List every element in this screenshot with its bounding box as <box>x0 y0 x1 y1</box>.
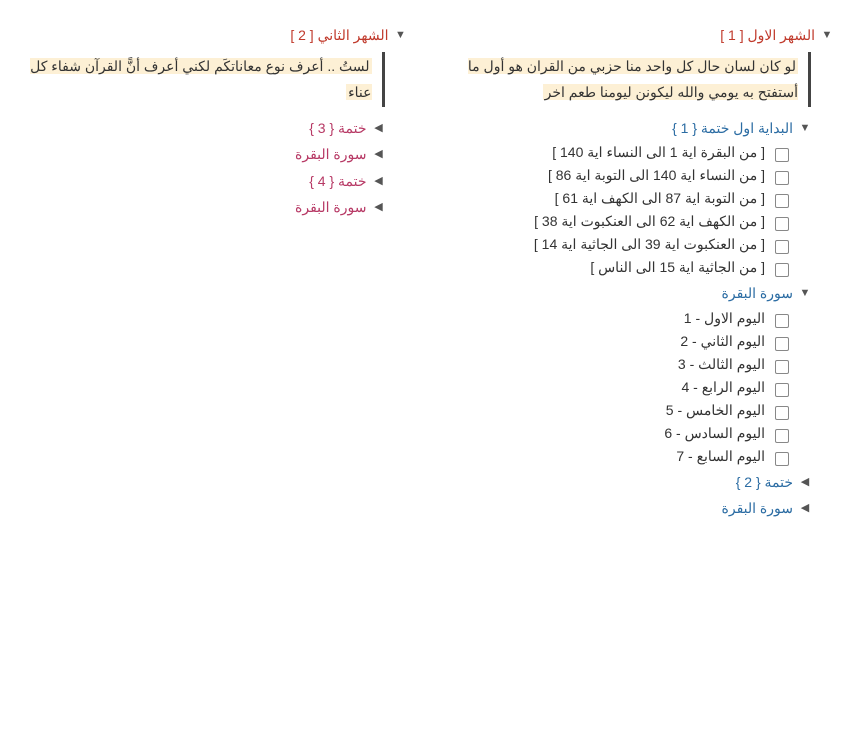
caret-right-icon[interactable]: ◀ <box>373 117 385 138</box>
list-item-label: اليوم السابع - 7 <box>447 448 766 465</box>
caret-down-icon[interactable]: ▼ <box>799 117 811 138</box>
checkbox-icon[interactable] <box>775 240 789 254</box>
checkbox-icon[interactable] <box>775 194 789 208</box>
list-item-label: اليوم الرابع - 4 <box>447 379 766 396</box>
checkbox-icon[interactable] <box>775 148 789 162</box>
list-item[interactable]: [ من الكهف اية 62 الى العنكبوت اية 38 ] <box>447 213 790 231</box>
list-item[interactable]: اليوم الرابع - 4 <box>447 379 790 397</box>
quote-text: لستُ .. أعرف نوع معاناتكَم لكني أعرف أنً… <box>30 58 371 99</box>
list-item[interactable]: اليوم الثاني - 2 <box>447 333 790 351</box>
list-item-label: اليوم الثالث - 3 <box>447 356 766 373</box>
section-khatma-3-title[interactable]: ختمة { 3 } <box>20 117 367 139</box>
month-1-title[interactable]: الشهر الاول [ 1 ] <box>447 24 816 46</box>
section-baqara-4-title[interactable]: سورة البقرة <box>20 196 367 218</box>
month-1-quote: لو كان لسان حال كل واحد منا حزبي من القر… <box>447 52 812 106</box>
list-item-label: اليوم الثاني - 2 <box>447 333 766 350</box>
list-item[interactable]: [ من النساء اية 140 الى التوبة اية 86 ] <box>447 167 790 185</box>
list-item-label: [ من البقرة اية 1 الى النساء اية 140 ] <box>447 144 766 161</box>
checkbox-icon[interactable] <box>775 314 789 328</box>
list-item-label: اليوم الاول - 1 <box>447 310 766 327</box>
month-2-quote: لستُ .. أعرف نوع معاناتكَم لكني أعرف أنً… <box>20 52 385 106</box>
list-item[interactable]: [ من العنكبوت اية 39 الى الجاثية اية 14 … <box>447 236 790 254</box>
list-item[interactable]: اليوم السادس - 6 <box>447 425 790 443</box>
list-item-label: اليوم الخامس - 5 <box>447 402 766 419</box>
column-month-1: ▼ الشهر الاول [ 1 ] لو كان لسان حال كل و… <box>447 20 834 523</box>
column-month-2: ▼ الشهر الثاني [ 2 ] لستُ .. أعرف نوع مع… <box>20 20 407 222</box>
month-2-title[interactable]: الشهر الثاني [ 2 ] <box>20 24 389 46</box>
caret-down-icon[interactable]: ▼ <box>395 24 407 45</box>
section-baqara-3-title[interactable]: سورة البقرة <box>20 143 367 165</box>
checkbox-icon[interactable] <box>775 217 789 231</box>
list-item-label: [ من الكهف اية 62 الى العنكبوت اية 38 ] <box>447 213 766 230</box>
list-item-label: [ من النساء اية 140 الى التوبة اية 86 ] <box>447 167 766 184</box>
checkbox-icon[interactable] <box>775 452 789 466</box>
checkbox-icon[interactable] <box>775 171 789 185</box>
quote-text: لو كان لسان حال كل واحد منا حزبي من القر… <box>468 58 798 99</box>
caret-right-icon[interactable]: ◀ <box>799 497 811 518</box>
list-item[interactable]: اليوم الخامس - 5 <box>447 402 790 420</box>
checkbox-icon[interactable] <box>775 406 789 420</box>
section-khatma-1-title[interactable]: البداية اول ختمة { 1 } <box>447 117 794 139</box>
checkbox-icon[interactable] <box>775 429 789 443</box>
checkbox-icon[interactable] <box>775 263 789 277</box>
section-khatma-2-title[interactable]: ختمة { 2 } <box>447 471 794 493</box>
list-item-label: [ من العنكبوت اية 39 الى الجاثية اية 14 … <box>447 236 766 253</box>
list-item-label: اليوم السادس - 6 <box>447 425 766 442</box>
list-item[interactable]: اليوم السابع - 7 <box>447 448 790 466</box>
checkbox-icon[interactable] <box>775 383 789 397</box>
list-item[interactable]: [ من البقرة اية 1 الى النساء اية 140 ] <box>447 144 790 162</box>
caret-down-icon[interactable]: ▼ <box>821 24 833 45</box>
caret-right-icon[interactable]: ◀ <box>373 143 385 164</box>
checkbox-icon[interactable] <box>775 337 789 351</box>
list-item[interactable]: اليوم الثالث - 3 <box>447 356 790 374</box>
section-khatma-4-title[interactable]: ختمة { 4 } <box>20 170 367 192</box>
section-baqara-2-title[interactable]: سورة البقرة <box>447 497 794 519</box>
list-item[interactable]: [ من الجاثية اية 15 الى الناس ] <box>447 259 790 277</box>
caret-down-icon[interactable]: ▼ <box>799 282 811 303</box>
caret-right-icon[interactable]: ◀ <box>373 170 385 191</box>
list-item[interactable]: [ من التوبة اية 87 الى الكهف اية 61 ] <box>447 190 790 208</box>
list-item-label: [ من الجاثية اية 15 الى الناس ] <box>447 259 766 276</box>
checkbox-icon[interactable] <box>775 360 789 374</box>
caret-right-icon[interactable]: ◀ <box>799 471 811 492</box>
section-baqara-title[interactable]: سورة البقرة <box>447 282 794 304</box>
caret-right-icon[interactable]: ◀ <box>373 196 385 217</box>
list-item-label: [ من التوبة اية 87 الى الكهف اية 61 ] <box>447 190 766 207</box>
list-item[interactable]: اليوم الاول - 1 <box>447 310 790 328</box>
